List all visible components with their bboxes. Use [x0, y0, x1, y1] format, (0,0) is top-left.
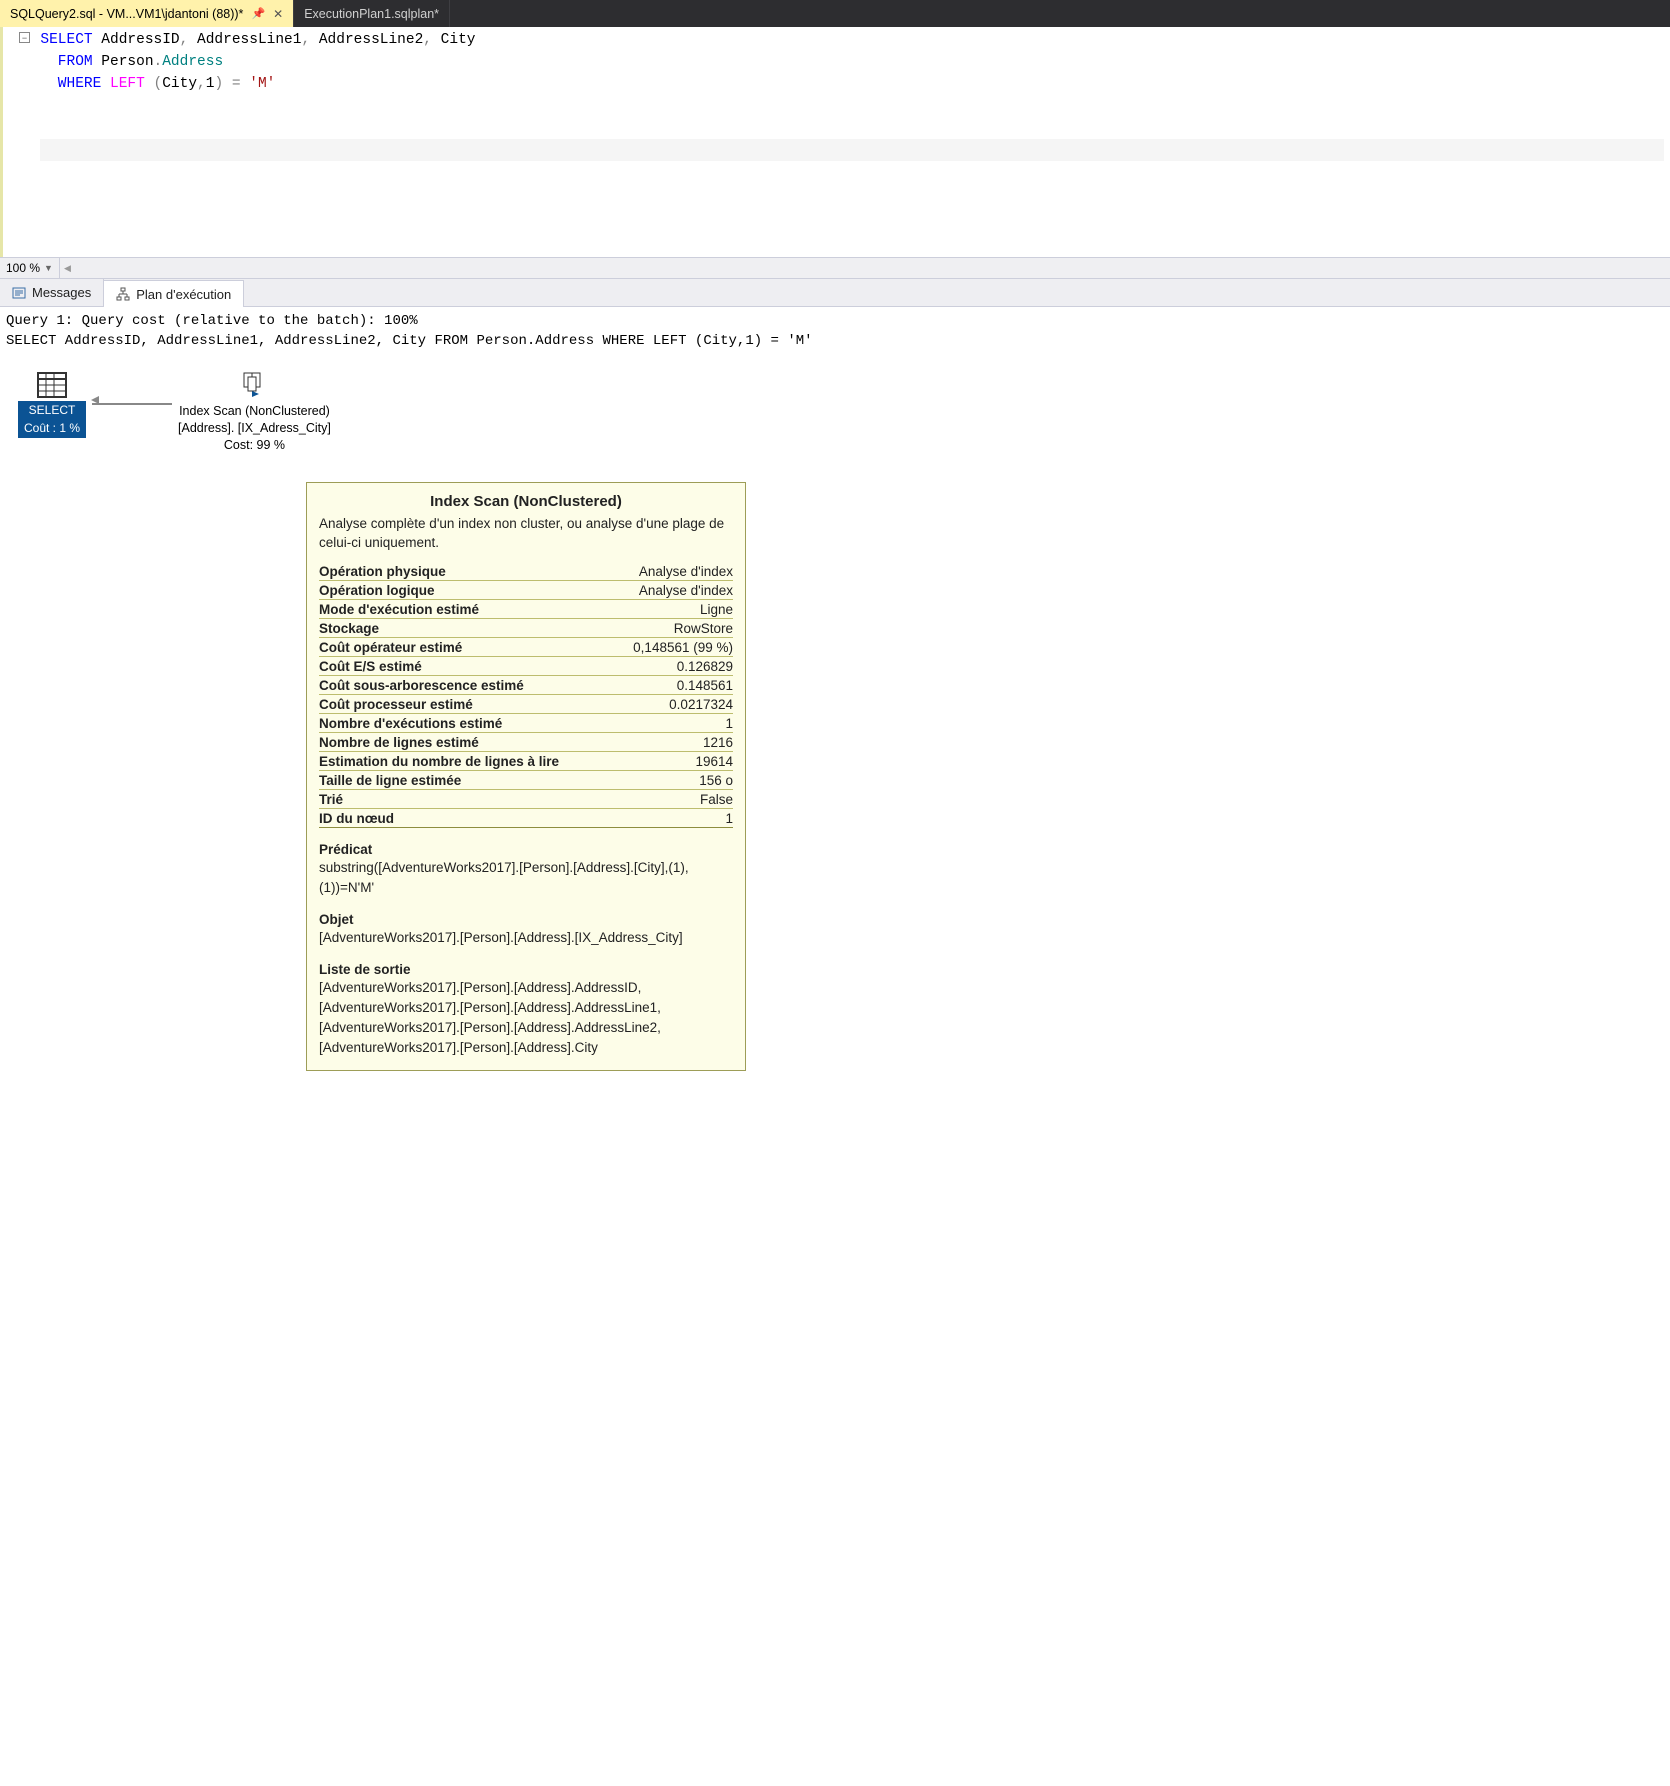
plan-graph: SELECT Coût : 1 % Index Scan (NonCluster…: [6, 351, 1664, 454]
tab-sqlquery[interactable]: SQLQuery2.sql - VM...VM1\jdantoni (88))*…: [0, 0, 294, 27]
tooltip-property-row: Opération physique Analyse d'index: [319, 562, 733, 581]
tooltip-property-row: Coût processeur estimé 0.0217324: [319, 695, 733, 714]
tooltip-property-key: Coût sous-arborescence estimé: [319, 678, 524, 693]
tooltip-property-row: Estimation du nombre de lignes à lire 196…: [319, 752, 733, 771]
tooltip-property-value: RowStore: [674, 621, 733, 636]
tooltip-property-key: Estimation du nombre de lignes à lire: [319, 754, 559, 769]
tooltip-property-value: 0,148561 (99 %): [633, 640, 733, 655]
tooltip-property-row: ID du nœud 1: [319, 809, 733, 828]
tooltip-property-value: 156 o: [699, 773, 733, 788]
tooltip-predicate: Prédicat substring([AdventureWorks2017].…: [319, 842, 733, 898]
tooltip-object-header: Objet: [319, 912, 733, 927]
select-node-icon: [35, 371, 69, 399]
tooltip-property-key: Opération logique: [319, 583, 435, 598]
tooltip-property-row: Coût opérateur estimé 0,148561 (99 %): [319, 638, 733, 657]
zoom-bar: 100 % ▼ ◀: [0, 257, 1670, 279]
tooltip-property-key: Trié: [319, 792, 343, 807]
tooltip-property-row: Taille de ligne estimée 156 o: [319, 771, 733, 790]
tooltip-property-value: Analyse d'index: [639, 564, 733, 579]
tooltip-property-value: 1: [725, 716, 733, 731]
tab-messages[interactable]: Messages: [0, 279, 104, 306]
select-node-label: SELECT: [18, 401, 86, 419]
kw-select: SELECT: [40, 32, 92, 48]
tooltip-object: Objet [AdventureWorks2017].[Person].[Add…: [319, 912, 733, 948]
execution-plan-area: Query 1: Query cost (relative to the bat…: [0, 307, 1670, 1075]
tab-label: SQLQuery2.sql - VM...VM1\jdantoni (88))*: [10, 7, 243, 21]
tooltip-property-row: Nombre d'exécutions estimé 1: [319, 714, 733, 733]
editor-cursor-line: [40, 139, 1664, 161]
tooltip-property-row: Trié False: [319, 790, 733, 809]
plan-node-index-scan[interactable]: Index Scan (NonClustered) [Address]. [IX…: [178, 371, 331, 454]
tooltip-property-value: 0.0217324: [669, 697, 733, 712]
results-tabbar: Messages Plan d'exécution: [0, 279, 1670, 307]
index-scan-icon: [239, 371, 269, 399]
tooltip-predicate-header: Prédicat: [319, 842, 733, 857]
select-node-cost: Coût : 1 %: [18, 419, 86, 438]
tooltip-property-key: Coût opérateur estimé: [319, 640, 462, 655]
operator-tooltip: Index Scan (NonClustered) Analyse complè…: [306, 482, 746, 1071]
plan-arrow: [92, 399, 172, 409]
tooltip-property-key: Coût processeur estimé: [319, 697, 473, 712]
tooltip-output-header: Liste de sortie: [319, 962, 733, 977]
tooltip-predicate-text: substring([AdventureWorks2017].[Person].…: [319, 858, 733, 898]
editor-gutter: −: [3, 27, 34, 257]
close-icon[interactable]: ✕: [273, 7, 283, 21]
chevron-down-icon: ▼: [44, 263, 53, 273]
kw-from: FROM: [58, 54, 93, 70]
scan-node-title: Index Scan (NonClustered): [178, 403, 331, 420]
horizontal-scrollbar[interactable]: ◀: [60, 263, 1670, 273]
tooltip-property-value: 1216: [703, 735, 733, 750]
plan-icon: [116, 287, 130, 301]
tooltip-title: Index Scan (NonClustered): [319, 493, 733, 510]
plan-header-query: SELECT AddressID, AddressLine1, AddressL…: [6, 331, 1664, 351]
collapse-toggle-icon[interactable]: −: [19, 32, 30, 43]
tooltip-property-value: False: [700, 792, 733, 807]
tooltip-property-key: Coût E/S estimé: [319, 659, 422, 674]
tooltip-property-value: 19614: [695, 754, 733, 769]
tooltip-property-key: Opération physique: [319, 564, 446, 579]
tooltip-description: Analyse complète d'un index non cluster,…: [319, 514, 733, 552]
tooltip-property-value: 1: [725, 811, 733, 826]
tab-messages-label: Messages: [32, 285, 91, 300]
tab-executionplan[interactable]: ExecutionPlan1.sqlplan*: [294, 0, 450, 27]
tooltip-property-value: Analyse d'index: [639, 583, 733, 598]
tooltip-property-key: Nombre d'exécutions estimé: [319, 716, 502, 731]
pin-icon[interactable]: 📌: [251, 7, 265, 20]
tooltip-property-key: ID du nœud: [319, 811, 394, 826]
tooltip-output-text: [AdventureWorks2017].[Person].[Address].…: [319, 978, 733, 1058]
sql-editor[interactable]: − SELECT AddressID, AddressLine1, Addres…: [0, 27, 1670, 257]
tooltip-property-row: Opération logique Analyse d'index: [319, 581, 733, 600]
document-tabbar: SQLQuery2.sql - VM...VM1\jdantoni (88))*…: [0, 0, 1670, 27]
tooltip-output-list: Liste de sortie [AdventureWorks2017].[Pe…: [319, 962, 733, 1058]
tab-label: ExecutionPlan1.sqlplan*: [304, 7, 439, 21]
tooltip-property-key: Nombre de lignes estimé: [319, 735, 479, 750]
tooltip-property-key: Taille de ligne estimée: [319, 773, 461, 788]
tooltip-property-row: Mode d'exécution estimé Ligne: [319, 600, 733, 619]
tooltip-properties: Opération physiqueAnalyse d'indexOpérati…: [319, 562, 733, 828]
zoom-select[interactable]: 100 % ▼: [0, 258, 60, 278]
tooltip-property-key: Mode d'exécution estimé: [319, 602, 479, 617]
messages-icon: [12, 286, 26, 300]
tooltip-property-value: Ligne: [700, 602, 733, 617]
scroll-left-icon[interactable]: ◀: [64, 263, 74, 273]
tab-execution-plan[interactable]: Plan d'exécution: [104, 280, 244, 307]
tooltip-property-row: Coût E/S estimé 0.126829: [319, 657, 733, 676]
tooltip-property-row: Stockage RowStore: [319, 619, 733, 638]
tooltip-property-row: Coût sous-arborescence estimé 0.148561: [319, 676, 733, 695]
plan-node-select[interactable]: SELECT Coût : 1 %: [18, 371, 86, 438]
kw-where: WHERE: [58, 76, 102, 92]
tooltip-property-value: 0.126829: [677, 659, 733, 674]
tooltip-property-value: 0.148561: [677, 678, 733, 693]
tooltip-property-key: Stockage: [319, 621, 379, 636]
zoom-value: 100 %: [6, 261, 40, 275]
scan-node-object: [Address]. [IX_Adress_City]: [178, 420, 331, 437]
scan-node-cost: Cost: 99 %: [178, 437, 331, 454]
tooltip-property-row: Nombre de lignes estimé 1216: [319, 733, 733, 752]
plan-header-cost: Query 1: Query cost (relative to the bat…: [6, 311, 1664, 331]
tooltip-object-text: [AdventureWorks2017].[Person].[Address].…: [319, 928, 733, 948]
editor-content[interactable]: SELECT AddressID, AddressLine1, AddressL…: [34, 27, 1670, 257]
tab-plan-label: Plan d'exécution: [136, 287, 231, 302]
